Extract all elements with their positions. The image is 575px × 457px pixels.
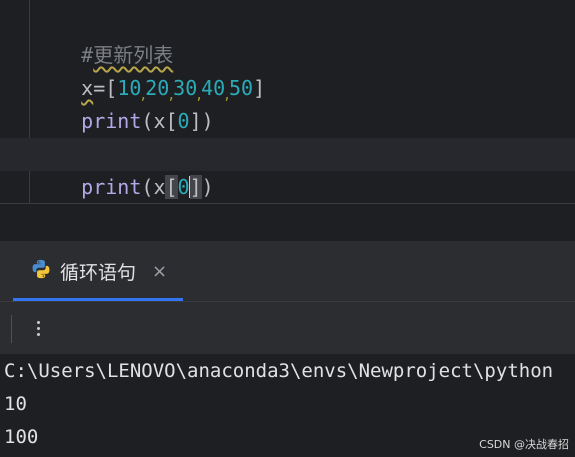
code-line-1[interactable]: #更新列表 [33, 6, 173, 67]
builtin-token: print [81, 175, 142, 199]
run-console[interactable]: C:\Users\LENOVO\anaconda3\envs\Newprojec… [0, 354, 575, 457]
console-line: 100 [4, 426, 39, 448]
console-line: C:\Users\LENOVO\anaconda3\envs\Newprojec… [4, 360, 554, 382]
bracket-match-highlight: ] [189, 175, 202, 199]
comma-hint: , [223, 88, 231, 103]
console-line: 10 [4, 393, 27, 415]
code-line-3[interactable]: print(x[0]) [33, 72, 214, 133]
bracket-token: ] [189, 109, 202, 133]
code-line-4[interactable]: x[0]=100 [33, 105, 177, 166]
editor-empty-area [0, 204, 575, 241]
run-tab[interactable]: 循环语句 × [30, 255, 167, 287]
bracket-token: ] [253, 76, 266, 100]
paren-token: ( [141, 175, 154, 199]
python-icon [30, 258, 52, 284]
paren-token: ) [201, 109, 214, 133]
more-vertical-icon[interactable] [30, 312, 46, 344]
close-icon[interactable]: × [152, 261, 167, 282]
paren-token: ) [201, 175, 214, 199]
toolbar-separator [11, 315, 12, 343]
code-editor[interactable]: #更新列表 x=[10,20,30,40,50] print(x[0]) x[0… [0, 0, 575, 203]
run-tool-window-header: 循环语句 × [0, 241, 575, 301]
variable-token: x [153, 175, 166, 199]
gutter-divider [29, 0, 30, 203]
code-line-5-current[interactable]: print(x[0]) [0, 138, 575, 199]
code-line-2[interactable]: x=[10,20,30,40,50] [33, 39, 265, 103]
number-token: 0 [177, 109, 190, 133]
bracket-match-highlight: [ [165, 175, 178, 199]
run-toolbar [0, 302, 575, 354]
run-tab-label: 循环语句 [60, 261, 137, 284]
number-token: 50 [229, 76, 254, 100]
watermark: CSDN @决战春招 [479, 438, 569, 451]
